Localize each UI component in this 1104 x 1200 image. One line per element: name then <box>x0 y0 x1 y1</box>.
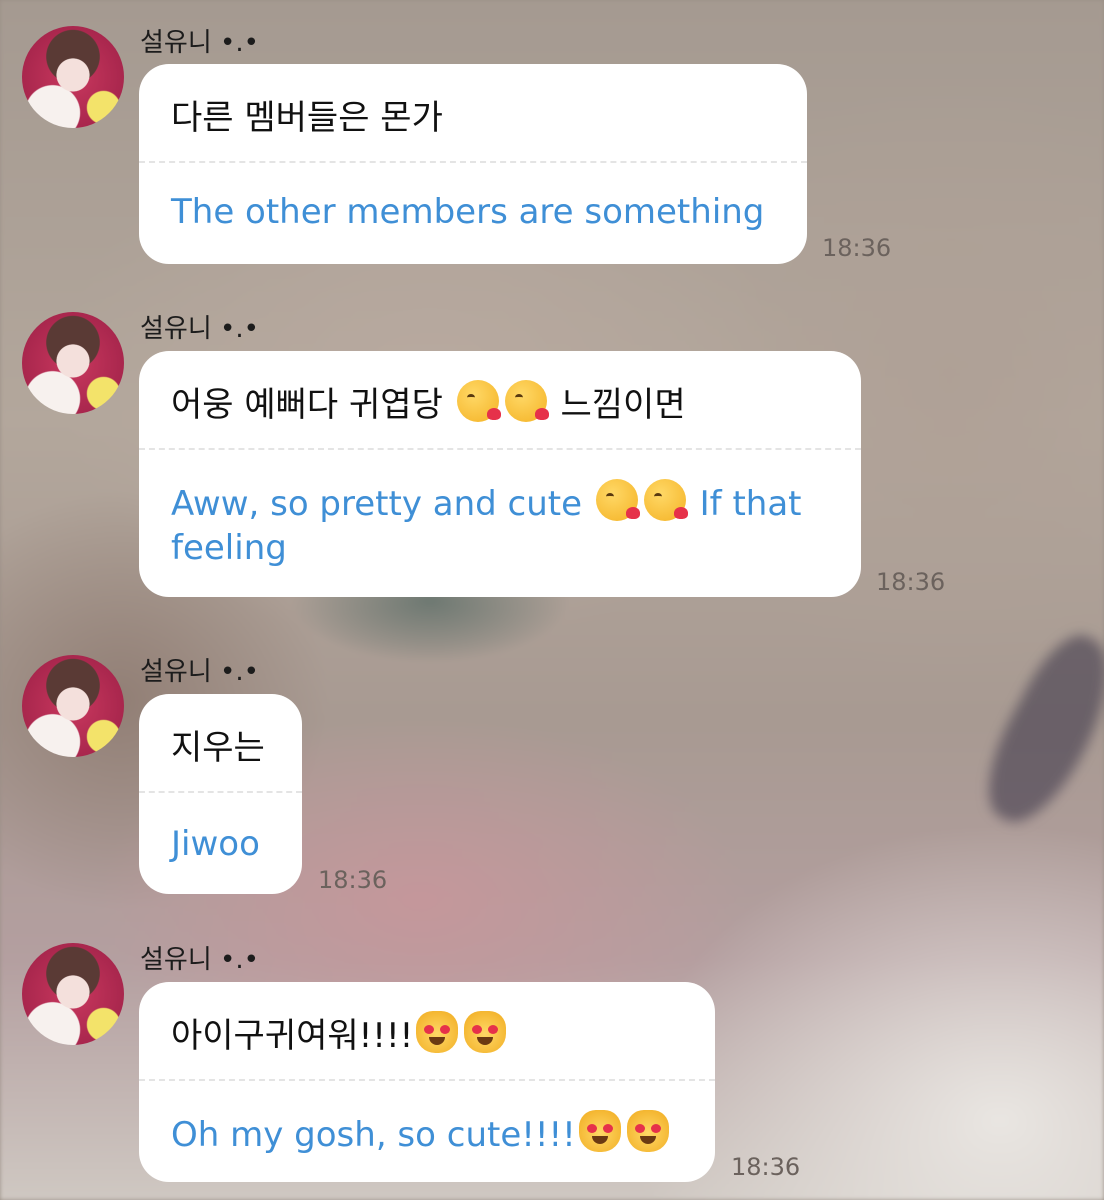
heart-eyes-cat-emoji-icon <box>464 1011 507 1053</box>
kissing-face-emoji-icon <box>504 380 549 422</box>
kissing-face-emoji-icon <box>643 479 688 521</box>
message-bubble[interactable]: 어웅 예뻐다 귀엽당 느낌이면 Aww, so pretty and cute … <box>139 351 861 597</box>
avatar[interactable] <box>22 312 124 414</box>
translated-text: Oh my gosh, so cute!!!! <box>171 1110 672 1157</box>
heart-eyes-cat-emoji-icon <box>626 1110 669 1152</box>
original-text: 다른 멤버들은 몬가 <box>171 98 443 138</box>
message-bubble[interactable]: 아이구귀여워!!!! Oh my gosh, so cute!!!! <box>139 982 715 1182</box>
original-text-part: 아이구귀여워!!!! <box>171 1016 414 1056</box>
avatar[interactable] <box>22 26 124 128</box>
message-timestamp: 18:36 <box>318 866 388 894</box>
heart-eyes-cat-emoji-icon <box>416 1011 459 1053</box>
sender-name: 설유니 •.• <box>140 657 259 687</box>
message-bubble[interactable]: 지우는 Jiwoo <box>139 694 302 894</box>
translated-text: Jiwoo <box>171 824 260 864</box>
message-timestamp: 18:36 <box>822 234 892 262</box>
original-text-part: 느낌이면 <box>560 385 686 425</box>
translation-divider <box>139 161 807 163</box>
sender-name: 설유니 •.• <box>140 28 259 58</box>
heart-eyes-cat-emoji-icon <box>578 1110 621 1152</box>
original-text: 어웅 예뻐다 귀엽당 느낌이면 <box>171 377 686 426</box>
original-text: 아이구귀여워!!!! <box>171 1008 509 1057</box>
kissing-face-emoji-icon <box>595 479 640 521</box>
avatar[interactable] <box>22 943 124 1045</box>
sender-name: 설유니 •.• <box>140 945 259 975</box>
translation-divider <box>139 791 302 793</box>
sender-name: 설유니 •.• <box>140 314 259 344</box>
avatar[interactable] <box>22 655 124 757</box>
message-bubble[interactable]: 다른 멤버들은 몬가 The other members are somethi… <box>139 64 807 264</box>
kissing-face-emoji-icon <box>456 380 501 422</box>
translation-divider <box>139 1079 715 1081</box>
original-text: 지우는 <box>171 728 265 768</box>
translated-text-part: Oh my gosh, so cute!!!! <box>171 1115 576 1155</box>
message-timestamp: 18:36 <box>731 1153 801 1181</box>
translated-text-part: Aww, so pretty and cute <box>171 484 583 524</box>
translated-text: Aww, so pretty and cute If that feeling <box>171 479 831 570</box>
message-timestamp: 18:36 <box>876 568 946 596</box>
translation-divider <box>139 448 861 450</box>
translated-text: The other members are something <box>171 192 765 232</box>
original-text-part: 어웅 예뻐다 귀엽당 <box>171 385 443 425</box>
